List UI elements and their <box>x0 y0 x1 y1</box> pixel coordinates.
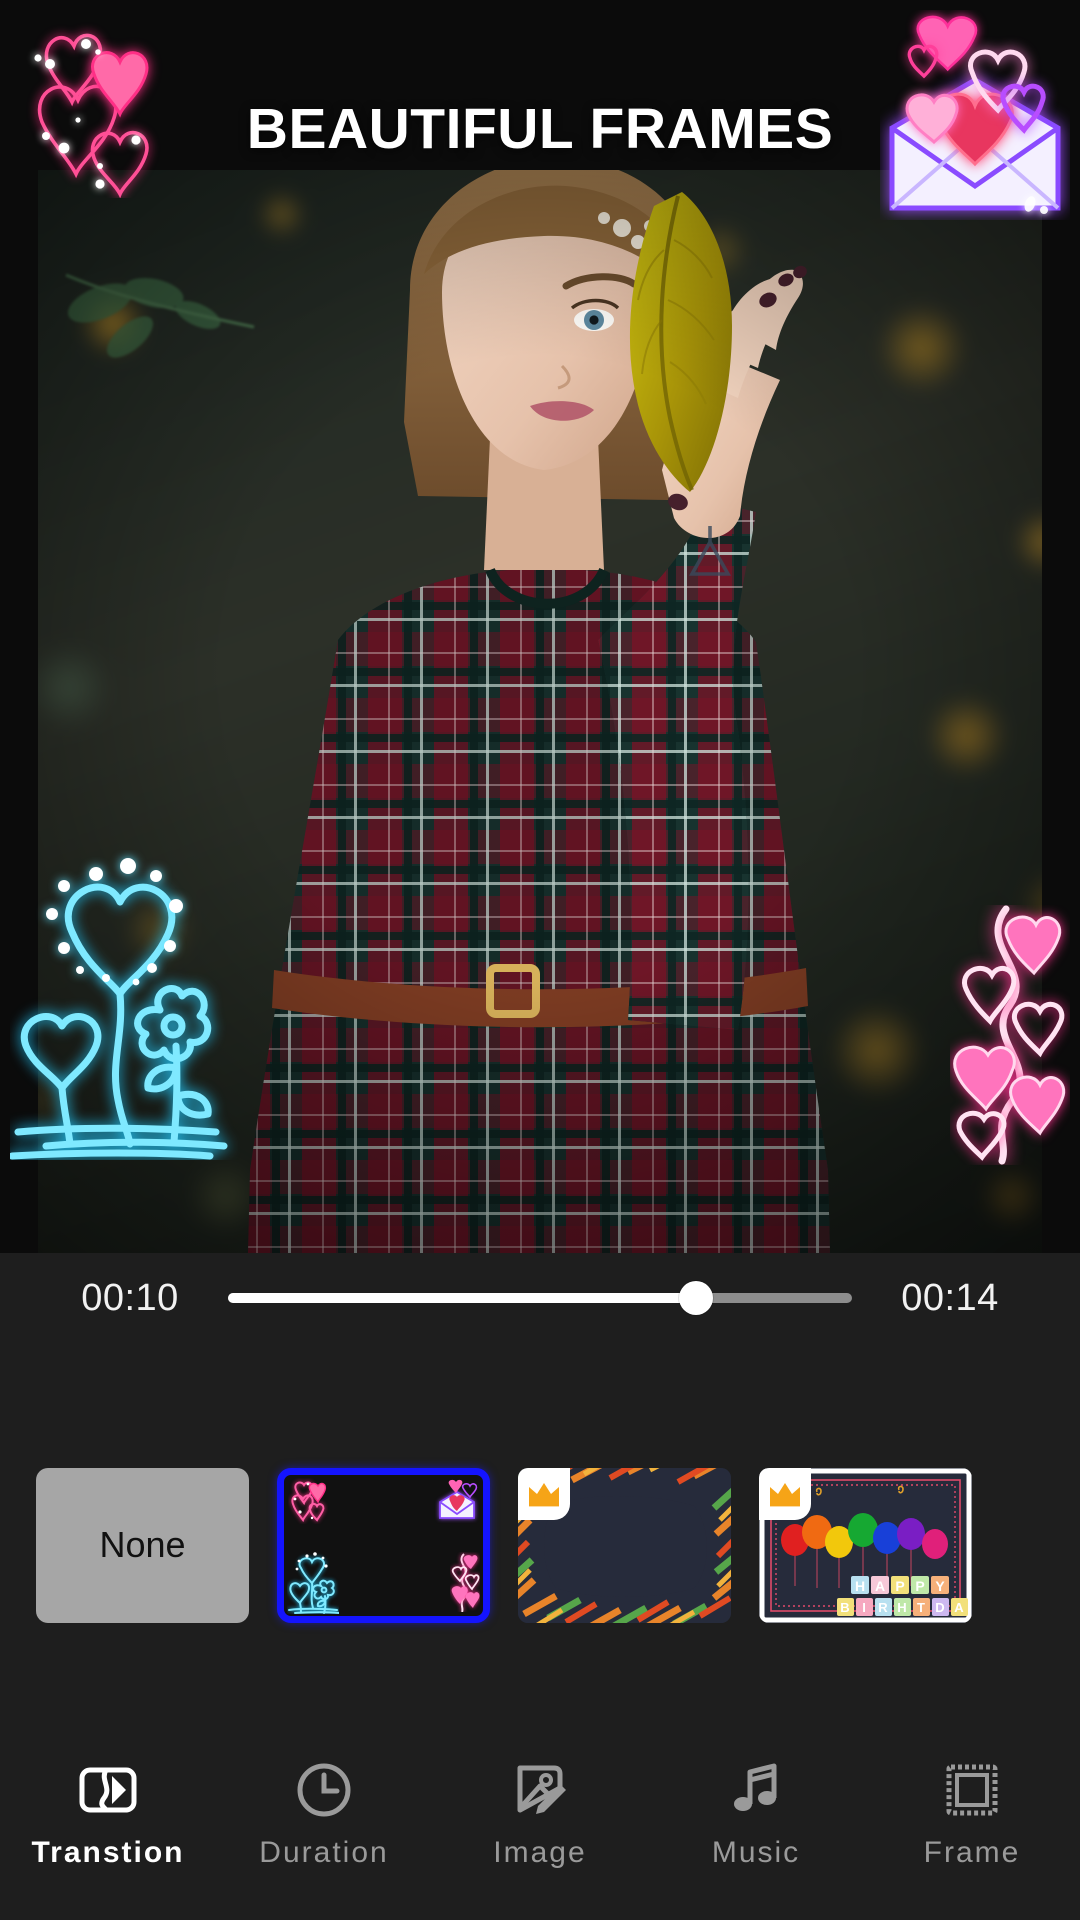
frame-thumb-paint[interactable] <box>490 1467 731 1623</box>
bottom-nav[interactable]: Transtion Duration Image Music Frame <box>0 1730 1080 1920</box>
video-editor-screen: BEAUTIFUL FRAMES 00:10 00:14 None H A P … <box>0 0 1080 1920</box>
svg-text:A: A <box>954 1600 964 1615</box>
total-time-label: 00:14 <box>901 1276 999 1319</box>
nav-label-frame: Frame <box>923 1836 1021 1869</box>
frame-none-label[interactable]: None <box>36 1467 249 1623</box>
seek-track[interactable] <box>228 1281 852 1315</box>
nav-item-duration[interactable]: Duration <box>216 1758 432 1870</box>
svg-text:T: T <box>917 1600 925 1615</box>
seek-thumb[interactable] <box>679 1281 713 1315</box>
transition-icon <box>79 1767 137 1813</box>
svg-text:A: A <box>875 1578 885 1594</box>
svg-text:D: D <box>935 1600 944 1615</box>
mini-neon-vine-icon <box>451 1552 480 1612</box>
nav-item-image[interactable]: Image <box>432 1758 648 1870</box>
svg-text:H: H <box>897 1600 906 1615</box>
nav-item-frame[interactable]: Frame <box>864 1758 1080 1870</box>
premium-crown-badge <box>518 1467 570 1520</box>
music-note-icon <box>734 1763 777 1811</box>
svg-text:Y: Y <box>935 1578 945 1594</box>
svg-text:I: I <box>862 1600 866 1615</box>
svg-text:B: B <box>840 1600 849 1615</box>
crown-icon <box>770 1482 800 1506</box>
mini-neon-envelope-icon <box>439 1479 478 1519</box>
preview-stage[interactable]: BEAUTIFUL FRAMES <box>0 0 1080 1253</box>
svg-text:P: P <box>895 1578 904 1594</box>
photo-vignette <box>38 170 1042 1253</box>
nav-label-duration: Duration <box>259 1836 389 1869</box>
frame-paint-preview[interactable] <box>518 1467 731 1623</box>
frame-icon <box>946 1764 998 1816</box>
clock-icon <box>297 1763 351 1817</box>
nav-item-music[interactable]: Music <box>648 1758 864 1870</box>
seek-fill <box>228 1293 696 1303</box>
frame-thumb-neon[interactable] <box>249 1467 490 1623</box>
current-time-label: 00:10 <box>81 1276 179 1319</box>
svg-text:P: P <box>915 1578 924 1594</box>
premium-crown-badge <box>759 1467 811 1520</box>
svg-text:R: R <box>878 1600 888 1615</box>
nav-label-music: Music <box>711 1836 801 1869</box>
nav-label-image: Image <box>493 1836 587 1869</box>
mini-neon-hearts-icon <box>291 1481 327 1522</box>
frame-neon-preview[interactable] <box>277 1467 490 1623</box>
nav-item-transition[interactable]: Transtion <box>0 1758 216 1870</box>
crown-icon <box>529 1482 559 1506</box>
nav-label-transition: Transtion <box>31 1836 185 1869</box>
seekbar[interactable]: 00:10 00:14 <box>0 1253 1080 1343</box>
svg-text:H: H <box>855 1578 865 1594</box>
frame-thumb-birthday[interactable]: HAP PY BIR H T D A <box>731 1467 972 1623</box>
mini-neon-flowers-icon <box>288 1551 339 1614</box>
frame-thumb-none[interactable]: None <box>0 1467 249 1623</box>
frame-thumbnail-strip[interactable]: None H A P P Y B I R H T D A <box>0 1425 1080 1665</box>
image-edit-icon <box>517 1765 566 1814</box>
frame-birthday-preview[interactable]: HAP PY BIR H T D A <box>759 1467 972 1623</box>
page-title: BEAUTIFUL FRAMES <box>246 97 834 161</box>
preview-photo[interactable] <box>38 170 1042 1253</box>
